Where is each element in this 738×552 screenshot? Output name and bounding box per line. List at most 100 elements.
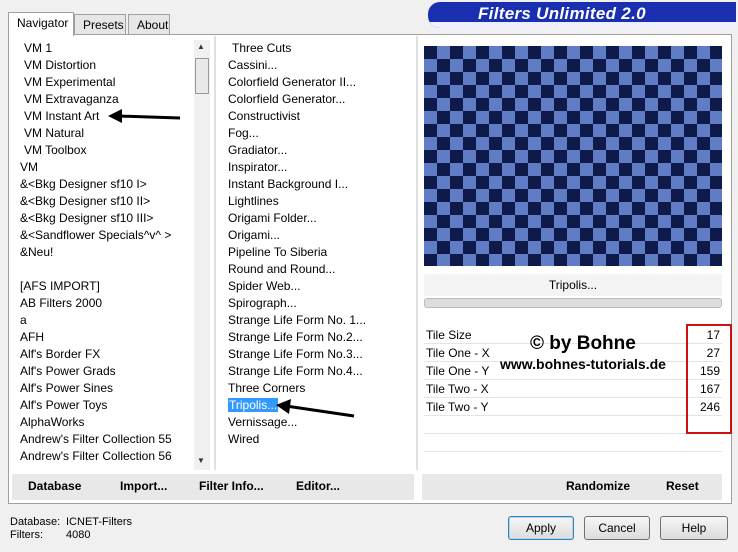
category-item[interactable]: Andrew's Filter Collection 56 bbox=[20, 448, 192, 465]
preview-slider[interactable] bbox=[424, 298, 722, 308]
filter-item[interactable]: Fog... bbox=[228, 125, 408, 142]
editor-button[interactable]: Editor... bbox=[296, 479, 340, 493]
filter-item-label: Tripolis... bbox=[228, 398, 279, 412]
category-item[interactable]: &Neu! bbox=[20, 244, 192, 261]
scroll-down-icon[interactable]: ▼ bbox=[197, 456, 205, 465]
param-row-empty bbox=[424, 434, 722, 452]
import-button[interactable]: Import... bbox=[120, 479, 167, 493]
category-item[interactable]: Alf's Border FX bbox=[20, 346, 192, 363]
category-item[interactable] bbox=[20, 261, 192, 278]
divider bbox=[214, 36, 216, 470]
selected-filter-name: Tripolis... bbox=[424, 274, 722, 296]
scroll-thumb[interactable] bbox=[195, 58, 209, 94]
category-item[interactable]: VM 1 bbox=[20, 40, 192, 57]
param-label: Tile One - Y bbox=[426, 364, 490, 378]
filter-item[interactable]: Constructivist bbox=[228, 108, 408, 125]
filter-item-label: Origami... bbox=[228, 228, 281, 242]
category-item[interactable]: a bbox=[20, 312, 192, 329]
category-item[interactable]: &<Sandflower Specials^v^ > bbox=[20, 227, 192, 244]
category-item[interactable]: VM Experimental bbox=[20, 74, 192, 91]
filter-item-label: Gradiator... bbox=[228, 143, 288, 157]
filter-item-label: Pipeline To Siberia bbox=[228, 245, 328, 259]
param-label: Tile Size bbox=[426, 328, 472, 342]
filter-item-label: Colorfield Generator... bbox=[228, 92, 346, 106]
filter-item-label: Constructivist bbox=[228, 109, 301, 123]
filter-item[interactable]: Spirograph... bbox=[228, 295, 408, 312]
filter-item[interactable]: Spider Web... bbox=[228, 278, 408, 295]
category-item[interactable]: VM Distortion bbox=[20, 57, 192, 74]
filter-item[interactable]: Strange Life Form No.2... bbox=[228, 329, 408, 346]
filter-item[interactable]: Origami Folder... bbox=[228, 210, 408, 227]
filter-item[interactable]: Three Cuts bbox=[228, 40, 408, 57]
filter-item[interactable]: Strange Life Form No.4... bbox=[228, 363, 408, 380]
watermark-line1: © by Bohne bbox=[530, 333, 636, 354]
category-item[interactable]: [AFS IMPORT] bbox=[20, 278, 192, 295]
filter-item[interactable]: Cassini... bbox=[228, 57, 408, 74]
category-item[interactable]: AB Filters 2000 bbox=[20, 295, 192, 312]
reset-button[interactable]: Reset bbox=[666, 479, 699, 493]
filter-item[interactable]: Strange Life Form No. 1... bbox=[228, 312, 408, 329]
param-row-empty bbox=[424, 416, 722, 434]
right-button-bar: Randomize Reset bbox=[422, 474, 722, 500]
scroll-up-icon[interactable]: ▲ bbox=[197, 42, 205, 51]
category-item[interactable]: &<Bkg Designer sf10 II> bbox=[20, 193, 192, 210]
filter-item[interactable]: Three Corners bbox=[228, 380, 408, 397]
filter-item[interactable]: Inspirator... bbox=[228, 159, 408, 176]
filters-label: Filters: bbox=[10, 529, 43, 541]
filter-item-label: Wired bbox=[228, 432, 260, 446]
category-item[interactable]: VM bbox=[20, 159, 192, 176]
param-label: Tile Two - Y bbox=[426, 400, 489, 414]
filter-item[interactable]: Colorfield Generator... bbox=[228, 91, 408, 108]
category-item[interactable]: Alf's Power Toys bbox=[20, 397, 192, 414]
category-item[interactable]: AFH bbox=[20, 329, 192, 346]
filter-item[interactable]: Gradiator... bbox=[228, 142, 408, 159]
filter-item[interactable]: Colorfield Generator II... bbox=[228, 74, 408, 91]
filter-item[interactable]: Lightlines bbox=[228, 193, 408, 210]
category-item[interactable]: Alf's Power Sines bbox=[20, 380, 192, 397]
category-item[interactable]: &<Bkg Designer sf10 I> bbox=[20, 176, 192, 193]
filters-value: 4080 bbox=[66, 529, 91, 541]
arrow-icon bbox=[276, 399, 355, 418]
filter-item-label: Spider Web... bbox=[228, 279, 301, 293]
filter-item-label: Strange Life Form No.2... bbox=[228, 330, 363, 344]
tab-navigator[interactable]: Navigator bbox=[8, 12, 74, 36]
status-filters: Filters: 4080 bbox=[10, 529, 90, 541]
filter-item-label: Inspirator... bbox=[228, 160, 288, 174]
filter-item-label: Three Cuts bbox=[232, 41, 292, 55]
cancel-button[interactable]: Cancel bbox=[584, 516, 650, 540]
param-row[interactable]: Tile Two - Y 246 bbox=[424, 398, 722, 416]
tab-presets[interactable]: Presets bbox=[74, 14, 126, 34]
help-button[interactable]: Help bbox=[660, 516, 728, 540]
filter-item-label: Colorfield Generator II... bbox=[228, 75, 357, 89]
status-database: Database: ICNET-Filters bbox=[10, 516, 132, 528]
filter-item-label: Strange Life Form No.4... bbox=[228, 364, 363, 378]
category-scrollbar[interactable]: ▲ ▼ bbox=[194, 40, 210, 470]
filter-preview bbox=[424, 46, 722, 266]
arrow-icon bbox=[108, 109, 181, 123]
apply-button[interactable]: Apply bbox=[508, 516, 574, 540]
category-item[interactable]: &<Bkg Designer sf10 III> bbox=[20, 210, 192, 227]
divider bbox=[416, 36, 418, 470]
category-item[interactable]: Alf's Power Grads bbox=[20, 363, 192, 380]
category-item[interactable]: VM Toolbox bbox=[20, 142, 192, 159]
filter-item-label: Strange Life Form No. 1... bbox=[228, 313, 367, 327]
database-button[interactable]: Database bbox=[28, 479, 81, 493]
filter-item[interactable]: Instant Background I... bbox=[228, 176, 408, 193]
category-list[interactable]: VM 1 VM Distortion VM Experimental VM Extra… bbox=[20, 40, 192, 466]
filter-item[interactable]: Round and Round... bbox=[228, 261, 408, 278]
randomize-button[interactable]: Randomize bbox=[566, 479, 630, 493]
category-item[interactable]: VM Natural bbox=[20, 125, 192, 142]
filter-item[interactable]: Wired bbox=[228, 431, 408, 448]
filter-item-label: Strange Life Form No.3... bbox=[228, 347, 363, 361]
tab-about[interactable]: About bbox=[128, 14, 170, 34]
filter-item[interactable]: Strange Life Form No.3... bbox=[228, 346, 408, 363]
left-button-bar: Database Import... Filter Info... Editor… bbox=[12, 474, 414, 500]
category-item[interactable]: Andrew's Filter Collection 55 bbox=[20, 431, 192, 448]
filter-item[interactable]: Pipeline To Siberia bbox=[228, 244, 408, 261]
category-item[interactable]: AlphaWorks bbox=[20, 414, 192, 431]
param-row[interactable]: Tile Two - X 167 bbox=[424, 380, 722, 398]
filter-item-label: Round and Round... bbox=[228, 262, 336, 276]
filter-info-button[interactable]: Filter Info... bbox=[199, 479, 264, 493]
param-label: Tile One - X bbox=[426, 346, 490, 360]
filter-item[interactable]: Origami... bbox=[228, 227, 408, 244]
